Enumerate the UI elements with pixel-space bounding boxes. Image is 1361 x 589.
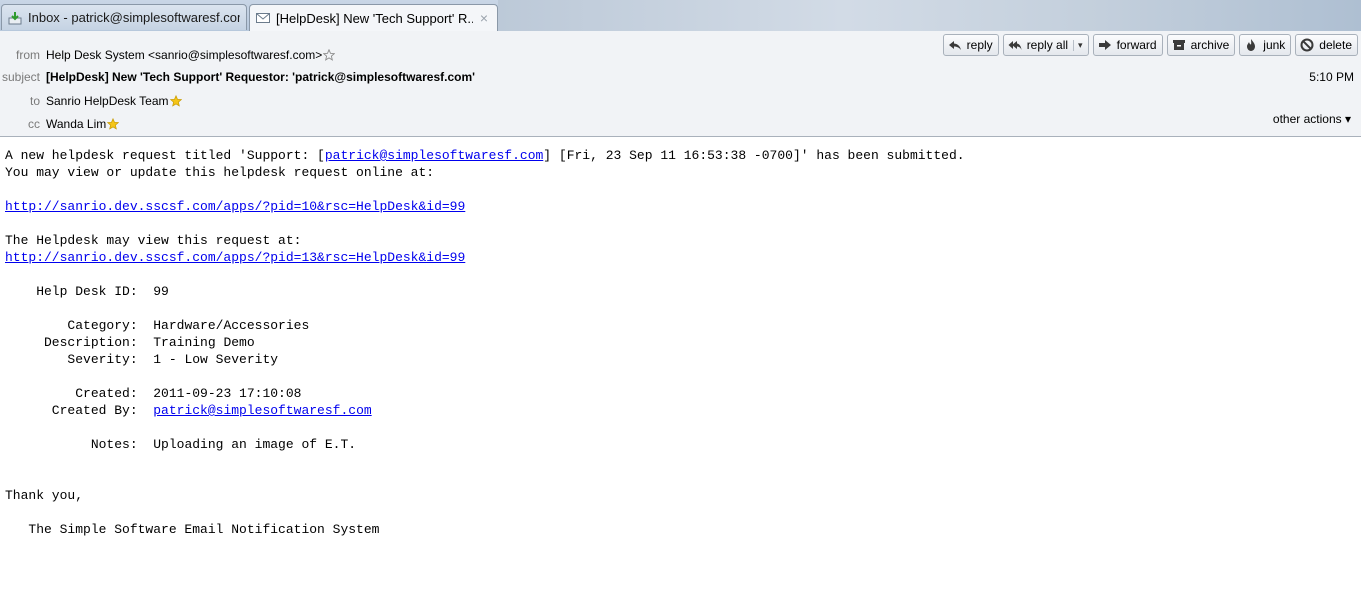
tab-message-label: [HelpDesk] New 'Tech Support' R... <box>276 10 473 26</box>
notes-label: Notes: <box>5 437 154 452</box>
star-outline-icon[interactable] <box>323 49 336 61</box>
delete-icon <box>1300 38 1314 52</box>
archive-icon <box>1172 40 1185 50</box>
severity-label: Severity: <box>5 352 154 367</box>
delete-label: delete <box>1319 38 1352 52</box>
reply-all-icon <box>1008 41 1022 50</box>
description-value: Training Demo <box>153 335 255 350</box>
description-label: Description: <box>5 335 154 350</box>
message-header: from Help Desk System <sanrio@simplesoft… <box>0 31 1361 137</box>
created-by-label: Created By: <box>5 403 154 418</box>
helpdesk-request-link[interactable]: http://sanrio.dev.sscsf.com/apps/?pid=13… <box>5 250 465 265</box>
helpdesk-id-value: 99 <box>153 284 169 299</box>
reply-all-button[interactable]: reply all ▾ <box>1002 34 1089 56</box>
to-row: to Sanrio HelpDesk Team <box>0 92 182 110</box>
created-by-email-link[interactable]: patrick@simplesoftwaresf.com <box>153 403 371 418</box>
view-request-link[interactable]: http://sanrio.dev.sscsf.com/apps/?pid=10… <box>5 199 465 214</box>
created-value: 2011-09-23 17:10:08 <box>153 386 302 401</box>
archive-button[interactable]: archive <box>1166 34 1236 56</box>
archive-label: archive <box>1190 38 1230 52</box>
helpdesk-instructions: The Helpdesk may view this request at: <box>5 233 302 248</box>
delete-button[interactable]: delete <box>1295 34 1358 56</box>
category-label: Category: <box>5 318 154 333</box>
tab-inbox[interactable]: Inbox - patrick@simplesoftwaresf.com <box>1 4 247 30</box>
category-value: Hardware/Accessories <box>153 318 310 333</box>
created-label: Created: <box>5 386 154 401</box>
star-icon[interactable] <box>107 118 120 130</box>
reply-label: reply <box>966 38 993 52</box>
view-instructions: You may view or update this helpdesk req… <box>5 165 435 180</box>
tab-strip-background <box>498 0 1361 31</box>
forward-icon <box>1098 40 1111 50</box>
from-value[interactable]: Help Desk System <sanrio@simplesoftwares… <box>46 48 322 62</box>
flame-icon <box>1247 39 1256 51</box>
cc-label: cc <box>28 117 40 131</box>
star-icon[interactable] <box>169 95 182 107</box>
tab-message[interactable]: [HelpDesk] New 'Tech Support' R... × <box>249 4 498 31</box>
severity-value: 1 - Low Severity <box>153 352 279 367</box>
forward-button[interactable]: forward <box>1092 34 1163 56</box>
cc-row: cc Wanda Lim <box>0 115 120 133</box>
helpdesk-id-label: Help Desk ID: <box>5 284 154 299</box>
reply-all-label: reply all <box>1026 38 1069 52</box>
forward-label: forward <box>1116 38 1157 52</box>
close-tab-icon[interactable]: × <box>477 10 491 26</box>
thank-you-text: Thank you, <box>5 488 84 503</box>
to-label: to <box>29 94 40 108</box>
envelope-icon <box>256 13 270 23</box>
cc-value[interactable]: Wanda Lim <box>46 117 106 131</box>
subject-label: subject <box>1 70 40 84</box>
message-time: 5:10 PM <box>1309 70 1354 84</box>
from-row: from Help Desk System <sanrio@simplesoft… <box>0 46 336 64</box>
signature-text: The Simple Software Email Notification S… <box>5 522 380 537</box>
subject-row: subject [HelpDesk] New 'Tech Support' Re… <box>0 68 475 86</box>
inbox-download-icon <box>8 11 22 24</box>
reply-all-dropdown-arrow-icon[interactable]: ▾ <box>1073 39 1083 51</box>
tab-inbox-label: Inbox - patrick@simplesoftwaresf.com <box>28 10 240 25</box>
subject-value: [HelpDesk] New 'Tech Support' Requestor:… <box>46 70 475 84</box>
reply-button[interactable]: reply <box>942 34 999 56</box>
intro-email-link[interactable]: patrick@simplesoftwaresf.com <box>325 148 543 163</box>
message-body: A new helpdesk request titled 'Support: … <box>5 147 965 538</box>
junk-button[interactable]: junk <box>1239 34 1292 56</box>
from-label: from <box>16 48 40 62</box>
reply-icon <box>948 41 961 50</box>
notes-value: Uploading an image of E.T. <box>153 437 357 452</box>
to-value[interactable]: Sanrio HelpDesk Team <box>46 94 169 108</box>
other-actions-menu[interactable]: other actions ▾ <box>1273 112 1351 126</box>
message-toolbar: reply reply all ▾ forward archive junk d… <box>942 34 1358 56</box>
intro-text-end: ] [Fri, 23 Sep 11 16:53:38 -0700]' has b… <box>543 148 965 163</box>
tab-strip: Inbox - patrick@simplesoftwaresf.com [He… <box>0 0 1361 32</box>
intro-text: A new helpdesk request titled 'Support: … <box>5 148 325 163</box>
junk-label: junk <box>1263 38 1286 52</box>
